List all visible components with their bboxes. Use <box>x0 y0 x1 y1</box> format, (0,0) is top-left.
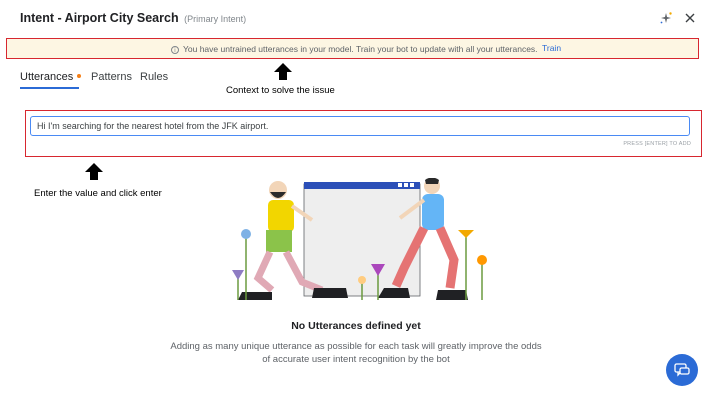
empty-state-description: Adding as many unique utterance as possi… <box>170 341 542 365</box>
chat-button[interactable] <box>666 354 698 386</box>
annotation-context: Context to solve the issue <box>226 85 335 96</box>
active-tab-indicator <box>20 87 79 89</box>
banner-message: i You have untrained utterances in your m… <box>171 44 538 54</box>
chat-icon <box>674 363 690 377</box>
tab-patterns[interactable]: Patterns <box>91 71 132 83</box>
annotation-arrow-enter <box>85 163 103 180</box>
empty-state-title: No Utterances defined yet <box>291 320 421 332</box>
train-link[interactable]: Train <box>542 43 561 53</box>
dialog-header: Intent - Airport City Search (Primary In… <box>0 0 712 36</box>
tab-utterances-label: Utterances <box>20 71 74 83</box>
tab-rules[interactable]: Rules <box>140 71 168 83</box>
close-icon[interactable] <box>683 11 697 25</box>
utterance-input-area: PRESS [ENTER] TO ADD <box>25 110 702 157</box>
intent-subtitle: (Primary Intent) <box>184 14 247 24</box>
tab-utterances[interactable]: Utterances <box>20 71 82 89</box>
banner-message-text: You have untrained utterances in your mo… <box>183 44 538 54</box>
sparkle-icon[interactable] <box>659 11 673 25</box>
untrained-banner: i You have untrained utterances in your m… <box>6 38 699 59</box>
enter-hint: PRESS [ENTER] TO ADD <box>623 141 691 147</box>
unsaved-dot <box>77 74 82 78</box>
empty-state-illustration <box>232 178 487 300</box>
info-icon: i <box>171 46 179 54</box>
annotation-arrow-context <box>274 63 292 80</box>
annotation-enter: Enter the value and click enter <box>34 188 162 199</box>
page-title: Intent - Airport City Search (Primary In… <box>20 11 246 25</box>
intent-title: Intent - Airport City Search <box>20 11 179 25</box>
utterance-input[interactable] <box>30 116 690 136</box>
